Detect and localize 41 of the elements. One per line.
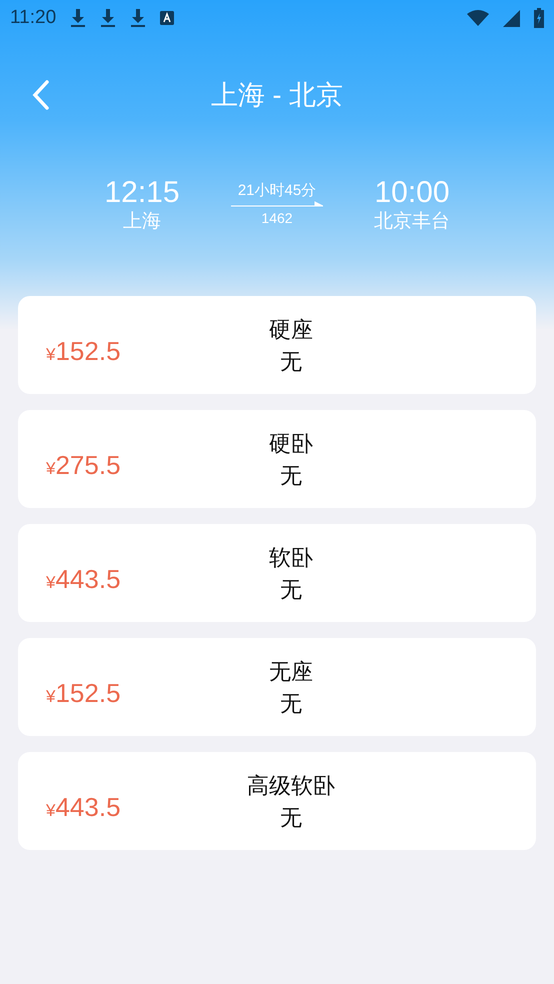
seat-price: 443.5	[55, 792, 121, 822]
seat-availability: 无	[280, 576, 302, 604]
download-icon	[70, 8, 86, 28]
seat-type: 软卧	[269, 544, 313, 572]
seat-availability: 无	[280, 690, 302, 718]
seat-price: 152.5	[55, 678, 121, 708]
departure-station: 上海	[123, 210, 161, 234]
seat-price: 443.5	[55, 564, 121, 594]
download-icon	[100, 8, 116, 28]
seat-type: 硬卧	[269, 430, 313, 458]
seat-card[interactable]: ¥152.5 硬座 无	[18, 296, 536, 394]
seat-type: 无座	[269, 658, 313, 686]
seat-availability: 无	[280, 462, 302, 490]
seat-price: 152.5	[55, 336, 121, 366]
wifi-icon	[467, 10, 489, 26]
currency-symbol: ¥	[46, 458, 56, 480]
seat-card[interactable]: ¥152.5 无座 无	[18, 638, 536, 736]
arrival-time: 10:00	[374, 176, 450, 210]
seat-card[interactable]: ¥275.5 硬卧 无	[18, 410, 536, 508]
seat-availability: 无	[280, 348, 302, 376]
seat-card[interactable]: ¥443.5 高级软卧 无	[18, 752, 536, 850]
seat-type: 高级软卧	[247, 772, 335, 800]
currency-symbol: ¥	[46, 686, 56, 708]
arrival-station: 北京丰台	[374, 210, 450, 234]
download-icon	[130, 8, 146, 28]
departure-time: 12:15	[104, 176, 180, 210]
currency-symbol: ¥	[46, 344, 56, 366]
currency-symbol: ¥	[46, 800, 56, 822]
seat-type: 硬座	[269, 316, 313, 344]
notification-app-icon	[160, 11, 174, 25]
back-icon	[32, 80, 50, 110]
train-number: 1462	[261, 209, 293, 228]
status-time: 11:20	[10, 6, 56, 30]
signal-icon	[503, 10, 520, 26]
route-title: 上海 - 北京	[211, 78, 343, 112]
trip-duration: 21小时45分	[238, 181, 316, 201]
currency-symbol: ¥	[46, 572, 56, 594]
seat-price: 275.5	[55, 450, 121, 480]
seat-availability: 无	[280, 804, 302, 832]
seat-card[interactable]: ¥443.5 软卧 无	[18, 524, 536, 622]
battery-icon	[534, 8, 544, 28]
